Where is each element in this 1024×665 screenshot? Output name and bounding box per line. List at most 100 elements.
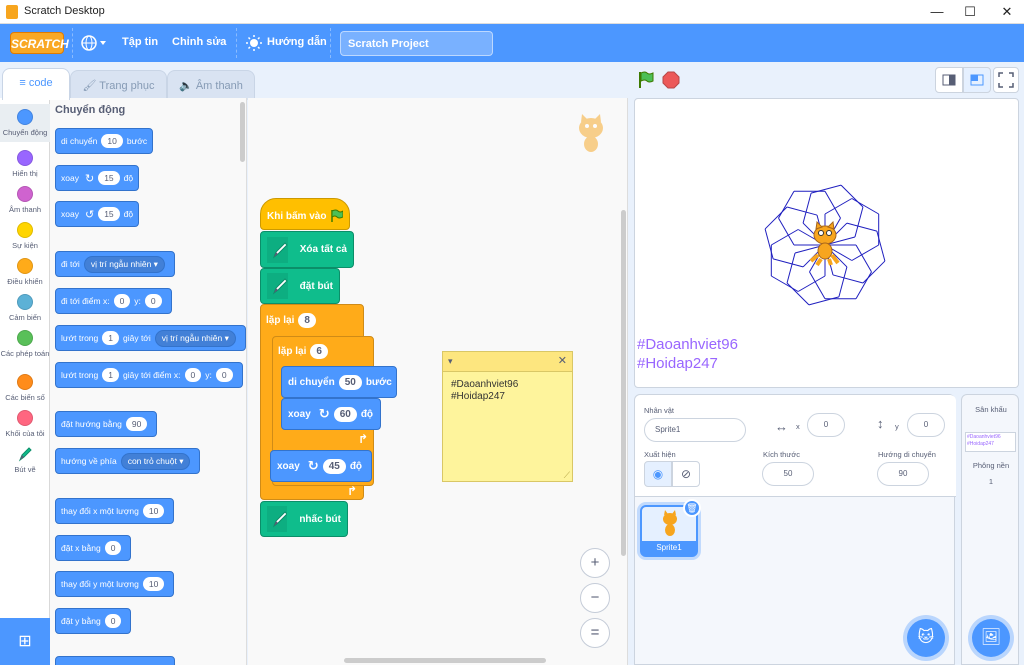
minimize-button[interactable]: — [920, 0, 954, 24]
block-input[interactable]: 0 [144, 294, 162, 308]
block-input[interactable]: 60 [333, 406, 357, 422]
choose-backdrop-button[interactable]: 🖼 [972, 619, 1010, 657]
sprite-name-input[interactable]: Sprite1 [644, 418, 746, 442]
block-label: di chuyển [61, 136, 98, 146]
category-pen[interactable]: Bút vẽ [0, 446, 50, 474]
delete-sprite-button[interactable]: 🗑 [683, 499, 701, 517]
block-input[interactable]: 45 [322, 458, 346, 474]
move-steps-block[interactable]: di chuyển 50 bước [281, 366, 397, 398]
pen-line [802, 193, 812, 224]
stage-thumbnail[interactable]: #Daoanhviet96 #Hoidap247 [965, 432, 1016, 452]
block-change-x[interactable]: thay đổi x một lượng 10 [55, 498, 175, 524]
block-input[interactable]: 10 [101, 134, 123, 148]
block-glide-xy[interactable]: lướt trong 1 giây tới điểm x: 0 y: 0 [55, 362, 243, 388]
stage-canvas[interactable]: #Daoanhviet96 #Hoidap247 [634, 98, 1019, 388]
menu-file[interactable]: Tập tin [122, 36, 158, 48]
pen-clear-block[interactable]: Xóa tất cả [260, 231, 354, 268]
size-input[interactable]: 50 [762, 462, 814, 486]
block-input[interactable]: 90 [125, 417, 148, 431]
collapse-icon[interactable]: ▾ [448, 356, 453, 367]
palette-scrollbar[interactable] [240, 102, 245, 162]
small-stage-button[interactable] [935, 67, 963, 93]
block-input[interactable]: 0 [215, 368, 233, 382]
block-point-towards[interactable]: hướng về phía con trỏ chuột ▾ [55, 448, 201, 474]
pen-down-block[interactable]: đặt bút [260, 268, 340, 304]
close-button[interactable]: ✕ [990, 0, 1024, 24]
block-dropdown[interactable]: vị trí ngẫu nhiên ▾ [83, 255, 165, 273]
green-flag-icon[interactable] [638, 71, 654, 89]
choose-sprite-button[interactable]: 🐱 [907, 619, 945, 657]
pen-up-block[interactable]: nhấc bút [260, 501, 348, 537]
resize-handle-icon[interactable]: ⟋ [564, 470, 570, 481]
block-move-steps[interactable]: di chuyển 10 bước [55, 128, 154, 154]
tab-code[interactable]: ≡ code [2, 68, 70, 100]
category-motion[interactable]: Chuyển động [0, 104, 50, 142]
category-variables[interactable]: Các biến số [0, 374, 50, 402]
category-events[interactable]: Sự kiện [0, 222, 50, 250]
turn-right-block[interactable]: xoay ↻ 60 độ [281, 398, 381, 430]
close-icon[interactable]: ✕ [558, 354, 567, 367]
category-sensing[interactable]: Cảm biến [0, 294, 50, 322]
block-point-direction[interactable]: đặt hướng bằng 90 [55, 411, 158, 437]
pen-line [771, 275, 799, 292]
block-goto-xy[interactable]: đi tới điểm x: 0 y: 0 [55, 288, 172, 314]
block-input[interactable]: 8 [298, 312, 316, 328]
block-input[interactable]: 50 [338, 374, 362, 390]
comment-text[interactable]: #Daoanhviet96 #Hoidap247 [443, 372, 572, 410]
block-input[interactable]: 6 [310, 343, 328, 359]
category-control[interactable]: Điều khiển [0, 258, 50, 286]
large-stage-button[interactable] [963, 67, 991, 93]
block-turn-left[interactable]: xoay ↺ 15 độ [55, 201, 140, 227]
block-input[interactable]: 1 [102, 368, 119, 382]
language-globe-icon[interactable] [81, 35, 109, 51]
show-sprite-button[interactable]: ◉ [644, 461, 672, 487]
block-turn-right[interactable]: xoay ↻ 15 độ [55, 165, 140, 191]
when-flag-clicked-block[interactable]: Khi bấm vào [260, 198, 350, 230]
workspace-vertical-scrollbar[interactable] [621, 210, 626, 556]
block-change-y[interactable]: thay đổi y một lượng 10 [55, 571, 175, 597]
zoom-in-button[interactable]: + [580, 548, 610, 578]
block-input[interactable]: 0 [113, 294, 131, 308]
block-input[interactable]: 10 [142, 504, 165, 518]
workspace-comment[interactable]: ▾ ✕ #Daoanhviet96 #Hoidap247 ⟋ [442, 351, 573, 482]
menu-tutorials[interactable]: Hướng dẫn [267, 36, 327, 48]
zoom-reset-button[interactable]: = [580, 618, 610, 648]
add-extension-button[interactable]: ⊞ [0, 618, 50, 665]
stop-sign-icon[interactable] [662, 71, 680, 89]
block-input[interactable]: 10 [142, 577, 165, 591]
workspace-horizontal-scrollbar[interactable] [344, 658, 546, 663]
sprite-cat-icon[interactable] [805, 221, 845, 267]
block-glide[interactable]: lướt trong 1 giây tới vị trí ngẫu nhiên ▾ [55, 325, 246, 351]
hide-sprite-button[interactable]: ⊘ [672, 461, 700, 487]
block-input[interactable]: 1 [102, 331, 119, 345]
category-sound[interactable]: Âm thanh [0, 186, 50, 214]
category-operators[interactable]: Các phép toán [0, 330, 50, 358]
direction-input[interactable]: 90 [877, 462, 929, 486]
block-set-y[interactable]: đặt y bằng 0 [55, 608, 132, 634]
maximize-button[interactable]: ☐ [953, 0, 987, 24]
block-goto[interactable]: đi tới vị trí ngẫu nhiên ▾ [55, 251, 175, 277]
block-input[interactable]: 0 [104, 614, 122, 628]
x-input[interactable]: 0 [807, 413, 845, 437]
tutorials-lightbulb-icon[interactable] [246, 35, 262, 51]
tab-sounds[interactable]: 🔈 Âm thanh [167, 70, 255, 100]
comment-header[interactable]: ▾ ✕ [443, 352, 572, 372]
tab-costumes[interactable]: 🖌 Trang phục [70, 70, 167, 100]
turn-right-block[interactable]: xoay ↻ 45 độ [270, 450, 372, 482]
block-dropdown[interactable]: vị trí ngẫu nhiên ▾ [154, 329, 236, 347]
scratch-logo[interactable]: SCRATCH [10, 32, 69, 54]
block-input[interactable]: 0 [104, 541, 122, 555]
block-dropdown[interactable]: con trỏ chuột ▾ [120, 452, 191, 470]
block-input[interactable]: 0 [184, 368, 202, 382]
zoom-out-button[interactable]: − [580, 583, 610, 613]
y-input[interactable]: 0 [907, 413, 945, 437]
project-title-input[interactable]: Scratch Project [340, 31, 493, 56]
category-looks[interactable]: Hiển thị [0, 150, 50, 178]
fullscreen-button[interactable] [993, 67, 1019, 93]
block-partial[interactable] [55, 656, 175, 665]
block-input[interactable]: 15 [98, 171, 120, 185]
block-input[interactable]: 15 [98, 207, 120, 221]
category-my-blocks[interactable]: Khối của tôi [0, 410, 50, 438]
menu-edit[interactable]: Chỉnh sửa [172, 36, 226, 48]
block-set-x[interactable]: đặt x bằng 0 [55, 535, 132, 561]
